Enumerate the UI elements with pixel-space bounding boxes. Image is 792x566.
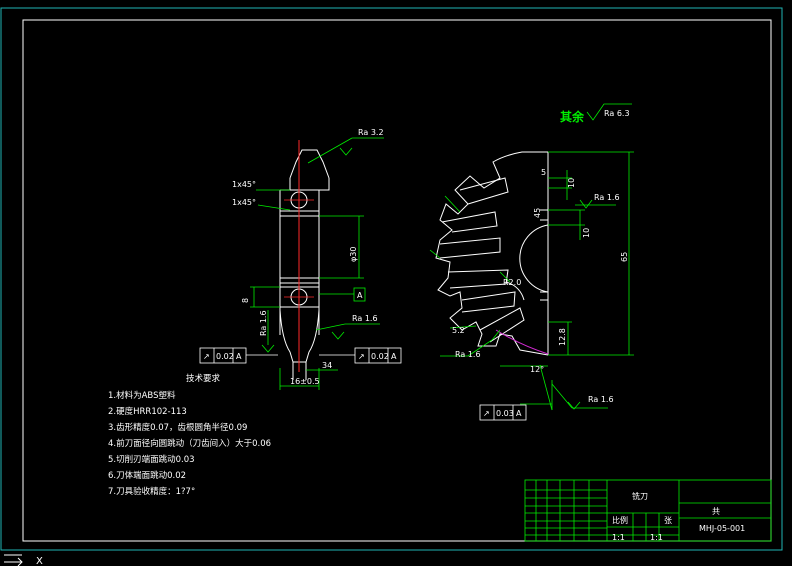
title-drawing-number: MHJ-05-001 — [699, 524, 745, 533]
tol-left-datum: A — [236, 352, 242, 361]
tol-left-symbol: ↗ — [203, 352, 210, 361]
dim-r20-label: R2.0 — [503, 278, 521, 287]
tol-bottom-datum: A — [516, 409, 522, 418]
tol-mid-value: 0.02 — [371, 352, 389, 361]
tech-req-item-7: 7.刀具验收精度：1?7° — [108, 486, 195, 497]
ra-16-bottom-label: Ra 1.6 — [588, 395, 614, 404]
other-label: 其余 — [560, 109, 585, 124]
dim-45-label: 45 — [533, 208, 542, 218]
title-scale-label: 1:1 — [650, 533, 663, 542]
cad-drawing-svg: Ra 3.2 1x45° 1x45° φ30 8 Ra 1.6 Ra 1.6 A… — [0, 7, 783, 566]
ra-16-gear-right-label: Ra 1.6 — [594, 193, 620, 202]
tech-req-item-6: 6.刀体端面跳动0.02 — [108, 470, 186, 481]
ra-16-mid-label: Ra 1.6 — [352, 314, 378, 323]
dim-phi30-label: φ30 — [349, 247, 358, 262]
datum-a-label: A — [357, 291, 363, 300]
tol-bottom-symbol: ↗ — [483, 409, 490, 418]
title-part-name: 铣刀 — [632, 491, 648, 501]
dim-12deg-label: 12° — [530, 365, 544, 374]
dim-128-label: 12.8 — [558, 328, 567, 346]
gear-cutter-view — [435, 151, 549, 356]
title-row-small-2: 张 — [664, 516, 672, 525]
outer-border — [0, 7, 783, 551]
ra-63-label: Ra 6.3 — [604, 109, 630, 118]
dim-10-label: 10 — [567, 178, 576, 188]
tech-req-item-2: 2.硬度HRR102-113 — [108, 406, 187, 417]
tech-req-item-3: 3.齿形精度0.07，齿根圆角半径0.09 — [108, 422, 247, 433]
tech-req-item-1: 1.材料为ABS塑料 — [108, 390, 176, 401]
title-material-cell: 比例 — [612, 515, 628, 525]
shaft-part-view — [279, 149, 330, 380]
ra-16-left-label: Ra 1.6 — [259, 310, 268, 336]
tech-req-heading: 技术要求 — [186, 373, 221, 384]
cad-drawing-canvas[interactable]: Ra 3.2 1x45° 1x45° φ30 8 Ra 1.6 Ra 1.6 A… — [0, 0, 792, 566]
tol-mid-datum: A — [391, 352, 397, 361]
ucs-x-label: X — [36, 556, 43, 566]
tol-mid-symbol: ↗ — [358, 352, 365, 361]
title-row-small-1: 共 — [712, 507, 720, 516]
tol-left-value: 0.02 — [216, 352, 234, 361]
tech-req-item-4: 4.前刀面径向圆跳动（刀齿间入）大于0.06 — [108, 438, 271, 449]
dim-34-label: 34 — [322, 361, 332, 370]
chamfer-label-1: 1x45° — [232, 180, 256, 189]
tol-bottom-value: 0.03 — [496, 409, 514, 418]
ra-32-label: Ra 3.2 — [358, 128, 384, 137]
dim-65-label: 65 — [620, 252, 629, 262]
dim-52-label: 5.2 — [452, 326, 465, 335]
dim-10b-label: 10 — [582, 228, 591, 238]
ra-16-gear-bottom-label: Ra 1.6 — [455, 350, 481, 359]
title-sheet-cell: 1:1 — [612, 533, 625, 542]
ucs-icon[interactable] — [4, 554, 23, 566]
dim-5-label: 5 — [541, 168, 546, 177]
dim-16-label: 16±0.5 — [290, 377, 320, 386]
tech-req-item-5: 5.切削刃端面跳动0.03 — [108, 454, 195, 465]
chamfer-label-2: 1x45° — [232, 198, 256, 207]
dim-8-label: 8 — [241, 298, 250, 303]
